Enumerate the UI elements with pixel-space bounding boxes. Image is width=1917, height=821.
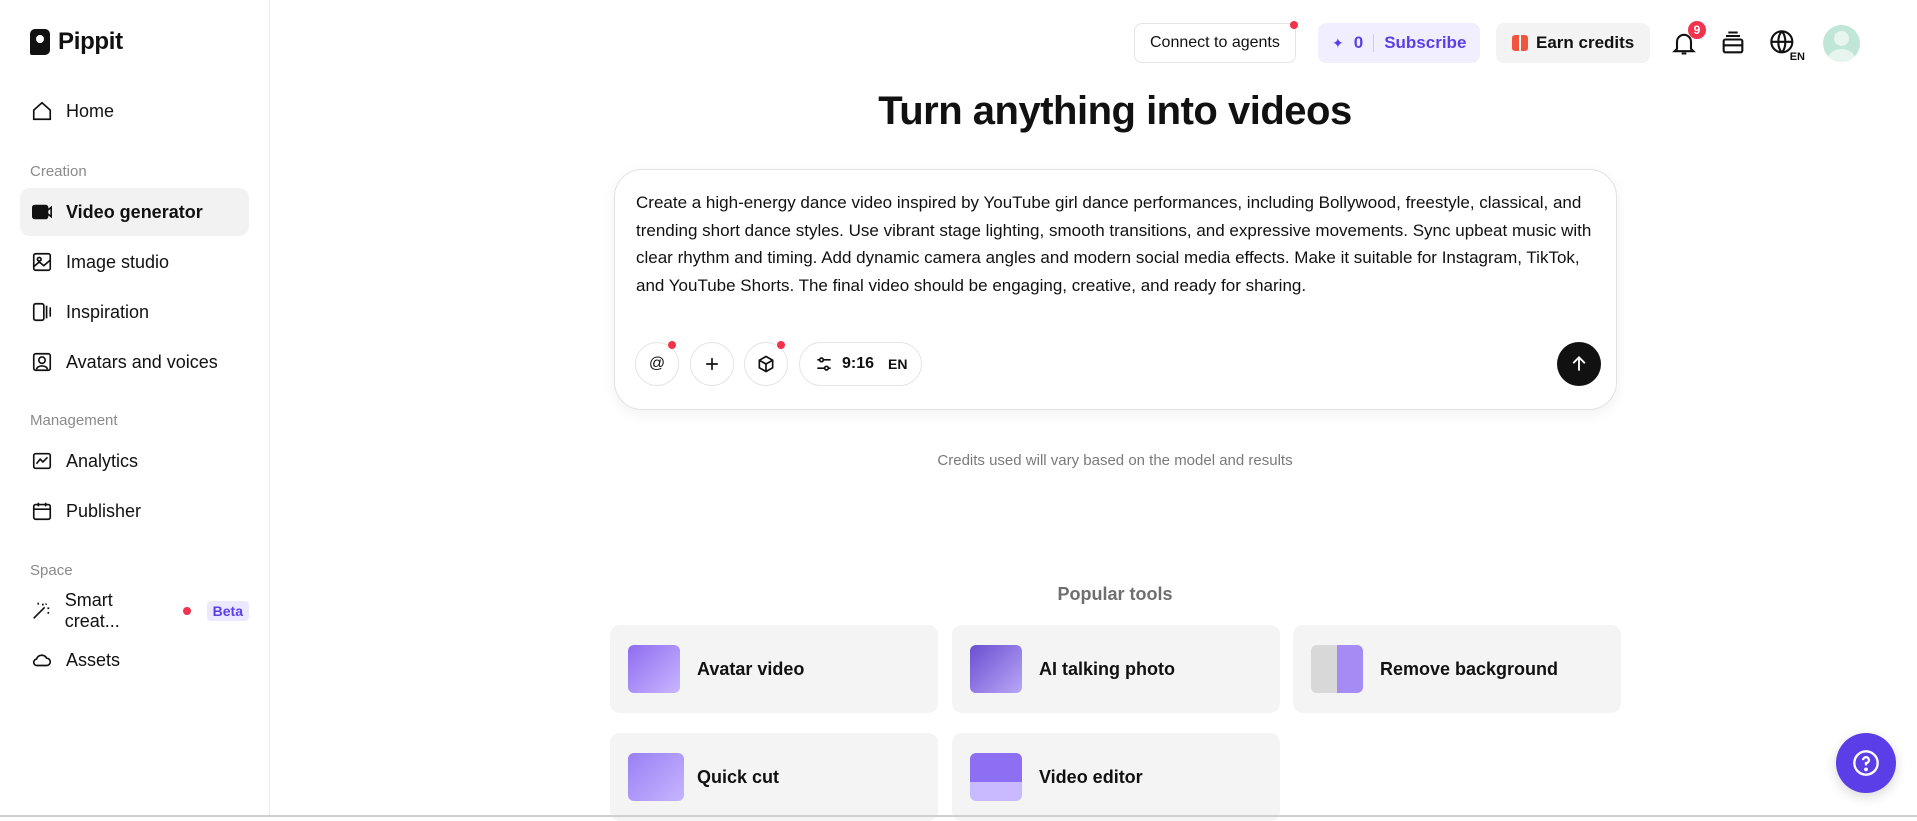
aspect-ratio-label: 9:16 (842, 355, 875, 372)
earn-credits-label: Earn credits (1536, 33, 1635, 52)
tool-card-quick-cut[interactable]: Quick cut (610, 733, 938, 821)
quick-cut-thumbnail (628, 753, 684, 801)
user-avatar[interactable] (1823, 25, 1860, 62)
sidebar-item-label: Avatars and voices (66, 351, 218, 372)
sidebar-item-video-generator[interactable]: Video generator (20, 188, 249, 236)
notification-dot (777, 341, 785, 349)
language-label: EN (888, 356, 908, 372)
tool-card-label: Avatar video (697, 658, 805, 679)
tool-card-label: Quick cut (697, 766, 780, 787)
sliders-icon (817, 357, 831, 371)
prompt-box[interactable]: Create a high-energy dance video inspire… (614, 169, 1617, 410)
gift-icon (1512, 35, 1528, 51)
connect-agents-label: Connect to agents (1150, 34, 1280, 51)
prompt-textarea[interactable]: Create a high-energy dance video inspire… (636, 189, 1596, 299)
sidebar-item-image-studio[interactable]: Image studio (20, 238, 249, 286)
sidebar-item-publisher[interactable]: Publisher (20, 487, 249, 535)
image-studio-icon (30, 250, 54, 274)
popular-tools-title: Popular tools (1057, 584, 1173, 604)
sparkle-icon: ✦ (1332, 34, 1344, 51)
language-code: EN (1789, 51, 1805, 63)
sidebar-item-avatars-voices[interactable]: Avatars and voices (20, 338, 249, 386)
app-name: Pippit (58, 28, 123, 55)
tool-card-video-editor[interactable]: Video editor (952, 733, 1280, 821)
sidebar-item-label: Publisher (66, 500, 142, 521)
at-icon: @ (648, 355, 666, 372)
wallet-icon (1722, 31, 1744, 54)
notification-dot (1289, 21, 1298, 29)
plus-icon (706, 358, 718, 370)
tool-card-ai-talking-photo[interactable]: AI talking photo (952, 625, 1280, 713)
sidebar-item-label: Video generator (66, 201, 203, 222)
page-title: Turn anything into videos (878, 89, 1352, 133)
section-label-management: Management (30, 412, 118, 429)
pippit-logo[interactable]: Pippit (30, 28, 123, 56)
video-generator-icon (30, 200, 54, 224)
video-editor-thumbnail (970, 753, 1022, 801)
send-button[interactable] (1557, 342, 1601, 386)
inspiration-icon (30, 300, 54, 324)
add-button[interactable] (690, 342, 734, 386)
notifications-button[interactable]: 9 (1668, 21, 1706, 59)
avatar-video-thumbnail (628, 645, 680, 693)
subscribe-label: Subscribe (1384, 33, 1467, 52)
sidebar-item-label: Inspiration (66, 301, 150, 322)
notification-dot (668, 341, 676, 349)
calendar-icon (30, 499, 54, 523)
section-label-creation: Creation (30, 163, 87, 180)
tool-card-label: Remove background (1380, 658, 1559, 679)
connect-agents-button[interactable]: Connect to agents (1134, 21, 1298, 63)
earn-credits-button[interactable]: Earn credits (1496, 23, 1651, 63)
sidebar-item-label: Assets (66, 649, 121, 670)
tool-card-label: Video editor (1039, 766, 1143, 787)
language-button[interactable]: EN (1767, 27, 1805, 63)
arrow-up-icon (1572, 356, 1586, 371)
ai-talking-photo-thumbnail (970, 645, 1022, 693)
sidebar-item-assets[interactable]: Assets (20, 636, 249, 684)
credits-count: 0 (1353, 33, 1364, 52)
sidebar-item-label: Image studio (66, 251, 170, 272)
tool-card-label: AI talking photo (1039, 658, 1175, 679)
subscribe-button[interactable]: ✦ 0 Subscribe (1318, 23, 1481, 63)
model-button[interactable] (744, 341, 788, 386)
cloud-icon (30, 648, 54, 672)
remove-background-thumbnail (1311, 645, 1363, 693)
tool-card-remove-background[interactable]: Remove background (1293, 625, 1621, 713)
mention-button[interactable]: @ (635, 341, 679, 386)
new-indicator-dot (183, 607, 191, 615)
notification-badge: 9 (1688, 21, 1706, 39)
avatar-icon (30, 350, 54, 374)
sidebar-item-inspiration[interactable]: Inspiration (20, 288, 249, 336)
tool-card-avatar-video[interactable]: Avatar video (610, 625, 938, 713)
credits-note: Credits used will vary based on the mode… (937, 452, 1293, 469)
settings-button[interactable]: 9:16 EN (799, 342, 923, 386)
wallet-button[interactable] (1717, 27, 1749, 59)
pippit-logo-icon (30, 29, 50, 55)
question-icon (1853, 750, 1879, 776)
divider (1373, 34, 1375, 52)
help-button[interactable] (1836, 733, 1896, 793)
cube-icon (758, 355, 774, 373)
section-label-space: Space (30, 562, 73, 579)
